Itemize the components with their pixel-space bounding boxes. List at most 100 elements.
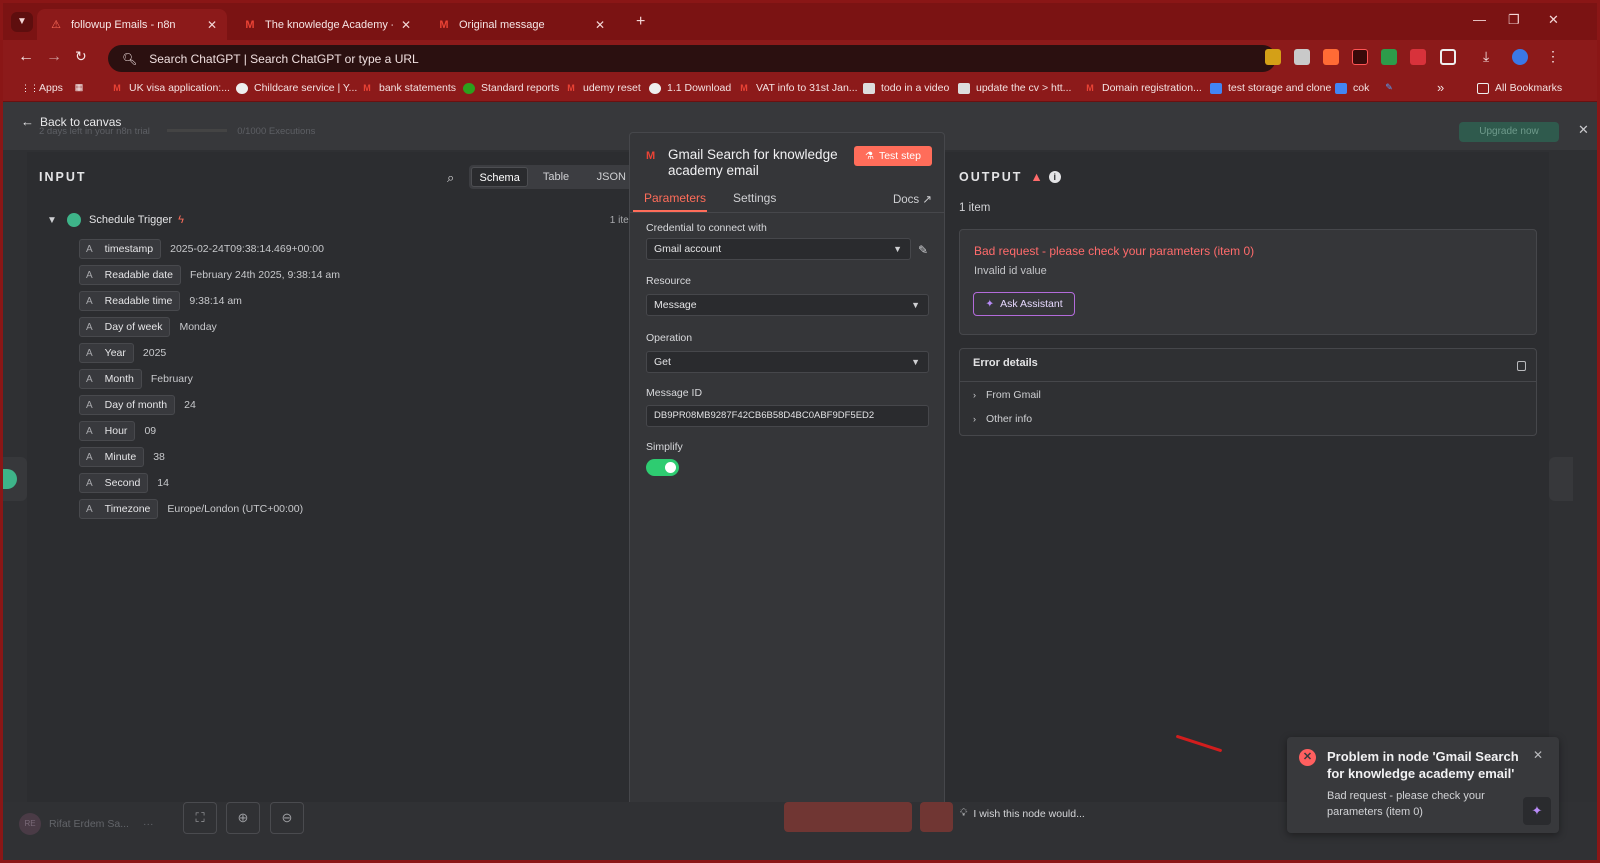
ask-assistant-button[interactable]: ✦ Ask Assistant bbox=[973, 292, 1075, 316]
bookmark-childcare[interactable]: Childcare service | Y... bbox=[236, 82, 357, 94]
bookmark-vat-info[interactable]: M VAT info to 31st Jan... bbox=[738, 82, 857, 94]
field-key-pill[interactable]: A Minute bbox=[79, 447, 145, 467]
docs-link[interactable]: Docs ↗ bbox=[893, 192, 932, 206]
more-icon[interactable]: ··· bbox=[143, 818, 154, 830]
feedback-link[interactable]: 💡︎ I wish this node would... bbox=[960, 807, 1085, 820]
message-id-input[interactable]: DB9PR08MB9287F42CB6B58D4BC0ABF9DF5ED2 bbox=[646, 405, 929, 427]
details-item-other-info[interactable]: › Other info bbox=[973, 413, 1032, 425]
extension-icon[interactable] bbox=[1410, 49, 1426, 65]
bookmark-test-storage[interactable]: test storage and clone bbox=[1210, 82, 1331, 94]
schema-field[interactable]: A Day of month 24 bbox=[79, 395, 196, 415]
schema-field[interactable]: A Month February bbox=[79, 369, 193, 389]
field-key-pill[interactable]: A Timezone bbox=[79, 499, 159, 519]
extensions-puzzle-icon[interactable] bbox=[1440, 49, 1456, 65]
close-tab-icon[interactable]: ✕ bbox=[595, 18, 605, 32]
extension-icon[interactable] bbox=[1323, 49, 1339, 65]
extension-icon[interactable] bbox=[1352, 49, 1368, 65]
view-schema-tab[interactable]: Schema bbox=[471, 167, 529, 187]
bookmark-standard-reports[interactable]: Standard reports bbox=[463, 82, 559, 94]
field-key-pill[interactable]: A Day of week bbox=[79, 317, 171, 337]
fit-view-icon[interactable]: ⛶ bbox=[183, 802, 217, 834]
node-title-text[interactable]: Gmail Search for knowledge academy email bbox=[668, 147, 852, 179]
new-tab-button[interactable]: + bbox=[636, 13, 645, 31]
copy-icon[interactable] bbox=[1517, 361, 1526, 371]
extension-icon[interactable] bbox=[1381, 49, 1397, 65]
execute-workflow-button[interactable] bbox=[784, 802, 912, 832]
close-window-icon[interactable]: ✕ bbox=[1548, 12, 1559, 28]
tab-n8n[interactable]: ⚠ followup Emails - n8n ✕ bbox=[37, 9, 227, 40]
field-key-pill[interactable]: A Year bbox=[79, 343, 134, 363]
schema-field[interactable]: A Day of week Monday bbox=[79, 317, 217, 337]
trigger-node-row[interactable]: ▼ Schedule Trigger ϟ 1 item bbox=[47, 210, 637, 230]
output-node-handle[interactable] bbox=[1549, 457, 1573, 501]
user-menu[interactable]: RE Rifat Erdem Sa... ··· bbox=[19, 813, 153, 835]
all-bookmarks-folder[interactable]: All Bookmarks bbox=[1477, 82, 1562, 94]
bookmark-apps[interactable]: ⋮⋮ Apps bbox=[21, 82, 63, 94]
close-tab-icon[interactable]: ✕ bbox=[207, 18, 217, 32]
bookmark-uk-visa[interactable]: M UK visa application:... bbox=[111, 82, 230, 94]
tab-search-button[interactable]: ▼ bbox=[11, 12, 33, 32]
resource-select[interactable]: Message ▼ bbox=[646, 294, 929, 316]
chevron-down-icon[interactable]: ▼ bbox=[47, 215, 61, 226]
extension-icon[interactable] bbox=[1265, 49, 1281, 65]
bookmark-domain-registration[interactable]: M Domain registration... bbox=[1084, 82, 1202, 94]
schema-field[interactable]: A Hour 09 bbox=[79, 421, 156, 441]
bookmark-cok[interactable]: cok bbox=[1335, 82, 1369, 94]
zoom-out-icon[interactable]: ⊖ bbox=[270, 802, 304, 834]
node-title[interactable]: M Gmail Search for knowledge academy ema… bbox=[646, 147, 852, 179]
bookmark-todo-video[interactable]: todo in a video bbox=[863, 82, 949, 94]
browser-menu-icon[interactable]: ⋮ bbox=[1546, 48, 1560, 65]
ai-assistant-icon[interactable]: ✦ bbox=[1523, 797, 1551, 825]
details-item-from-gmail[interactable]: › From Gmail bbox=[973, 389, 1041, 401]
bookmark-pen[interactable]: ✎ bbox=[1383, 82, 1401, 93]
back-arrow-icon[interactable]: ← bbox=[18, 48, 34, 66]
schema-field[interactable]: A Minute 38 bbox=[79, 447, 165, 467]
field-key-pill[interactable]: A Hour bbox=[79, 421, 136, 441]
schema-field[interactable]: A Second 14 bbox=[79, 473, 169, 493]
tab-settings[interactable]: Settings bbox=[733, 191, 776, 205]
credential-select[interactable]: Gmail account ▼ bbox=[646, 238, 911, 260]
zoom-in-icon[interactable]: ⊕ bbox=[226, 802, 260, 834]
upgrade-button[interactable]: Upgrade now bbox=[1459, 122, 1559, 142]
bookmark-udemy-reset[interactable]: Mudemy reset bbox=[565, 82, 641, 94]
schema-field[interactable]: A Readable date February 24th 2025, 9:38:1… bbox=[79, 265, 340, 285]
schema-field[interactable]: A Year 2025 bbox=[79, 343, 166, 363]
bookmark-update-cv[interactable]: update the cv > htt... bbox=[958, 82, 1071, 94]
operation-select[interactable]: Get ▼ bbox=[646, 351, 929, 373]
search-icon[interactable]: ⌕ bbox=[447, 170, 454, 186]
field-key-pill[interactable]: Atimestamp bbox=[79, 239, 162, 259]
more-bookmarks-icon[interactable]: » bbox=[1437, 80, 1444, 95]
schema-field[interactable]: Atimestamp 2025-02-24T09:38:14.469+00:00 bbox=[79, 239, 324, 259]
address-bar[interactable]: 🔍︎ Search ChatGPT | Search ChatGPT or ty… bbox=[108, 45, 1276, 72]
download-icon[interactable]: ⤓ bbox=[1483, 48, 1489, 65]
field-key-pill[interactable]: A Second bbox=[79, 473, 149, 493]
field-key-pill[interactable]: A Readable time bbox=[79, 291, 181, 311]
restore-icon[interactable]: ❐ bbox=[1508, 12, 1520, 28]
bookmark-grid[interactable]: ▦ bbox=[73, 82, 91, 93]
field-key-pill[interactable]: A Month bbox=[79, 369, 142, 389]
bookmark-download[interactable]: 1.1 Download bbox=[649, 82, 731, 94]
bookmark-bank-statements[interactable]: Mbank statements bbox=[361, 82, 456, 94]
reload-icon[interactable]: ↻ bbox=[75, 48, 87, 65]
test-step-button[interactable]: ⚗ Test step bbox=[854, 146, 932, 166]
field-key-pill[interactable]: A Day of month bbox=[79, 395, 176, 415]
delete-icon[interactable] bbox=[920, 802, 953, 832]
close-icon[interactable]: ✕ bbox=[1533, 748, 1543, 762]
tab-knowledge-academy[interactable]: M The knowledge Academy - Con ✕ bbox=[231, 9, 421, 40]
info-icon[interactable]: i bbox=[1048, 171, 1061, 183]
schema-field[interactable]: A Readable time 9:38:14 am bbox=[79, 291, 242, 311]
forward-arrow-icon[interactable]: → bbox=[46, 48, 62, 66]
edit-credential-icon[interactable]: ✎ bbox=[918, 243, 928, 257]
profile-avatar-icon[interactable] bbox=[1512, 49, 1528, 65]
view-table-tab[interactable]: Table bbox=[528, 167, 583, 187]
input-node-handle[interactable] bbox=[3, 457, 27, 501]
extension-icon[interactable] bbox=[1294, 49, 1310, 65]
field-key-pill[interactable]: A Readable date bbox=[79, 265, 181, 285]
tab-parameters[interactable]: Parameters bbox=[644, 191, 706, 205]
simplify-toggle[interactable] bbox=[646, 459, 679, 476]
close-icon[interactable]: ✕ bbox=[1578, 122, 1589, 138]
close-tab-icon[interactable]: ✕ bbox=[401, 18, 411, 32]
tab-original-message[interactable]: M Original message ✕ bbox=[425, 9, 615, 40]
minimize-icon[interactable]: — bbox=[1473, 12, 1486, 27]
schema-field[interactable]: A Timezone Europe/London (UTC+00:00) bbox=[79, 499, 303, 519]
